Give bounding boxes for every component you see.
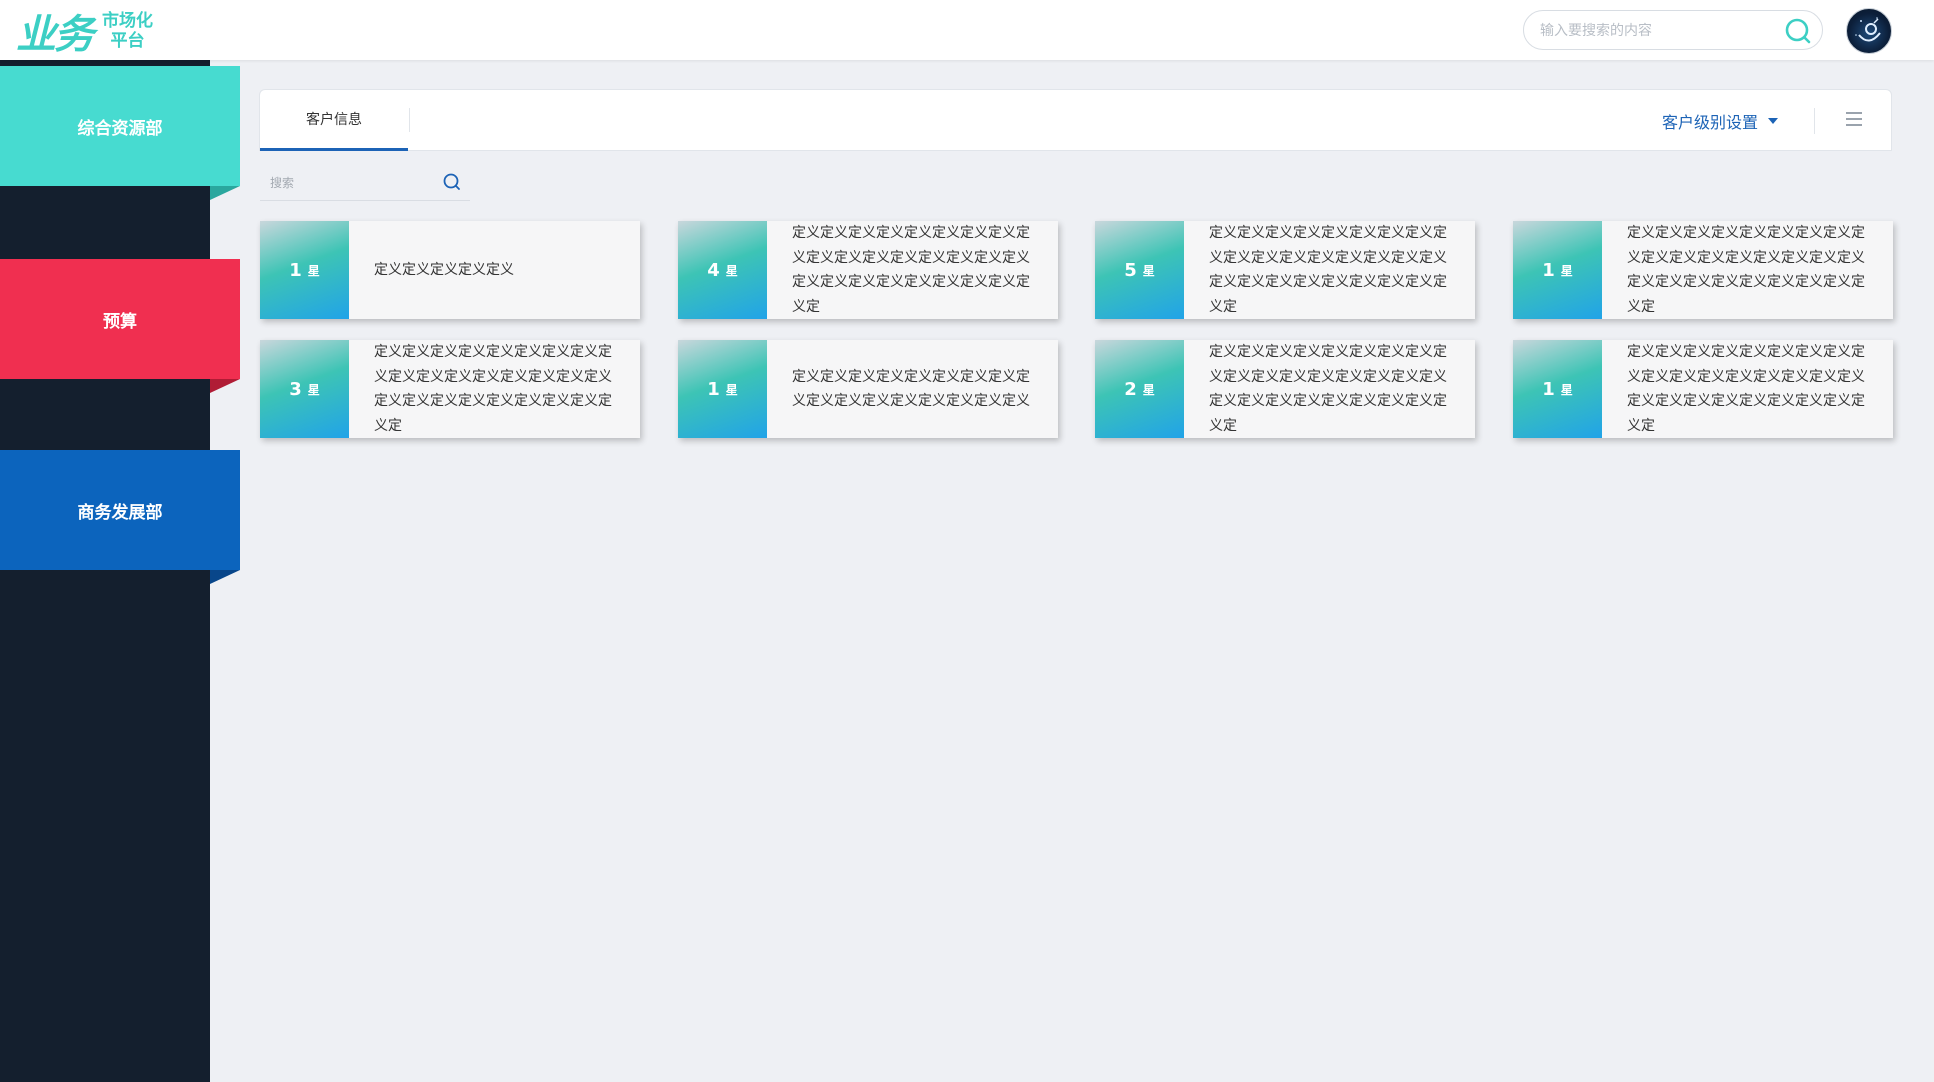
customer-level-card[interactable]: 1 星 定义定义定义定义定义定义定义定义定义定义定义定义定义定义定义定义定义定义… — [1513, 221, 1893, 319]
sidebar-item-business-development[interactable]: 商务发展部 — [0, 450, 240, 584]
customer-level-card[interactable]: 5 星 定义定义定义定义定义定义定义定义定义定义定义定义定义定义定义定义定义定义… — [1095, 221, 1475, 319]
customer-level-card[interactable]: 4 星 定义定义定义定义定义定义定义定义定义定义定义定义定义定义定义定义定义定义… — [678, 221, 1058, 319]
sidebar-item-label: 商务发展部 — [77, 502, 163, 523]
card-description: 定义定义定义定义定义定义定义定义定义定义定义定义定义定义定义定义定义定义定义定义… — [1209, 225, 1447, 315]
global-search-input[interactable] — [1538, 19, 1772, 43]
sidebar-item-label: 预算 — [103, 311, 137, 332]
star-unit: 星 — [307, 382, 320, 397]
caret-down-icon — [1768, 118, 1779, 124]
card-description: 定义定义定义定义定义定义定义定义定义定义定义定义定义定义定义定义定义 — [792, 368, 1030, 410]
customer-level-card[interactable]: 1 星 定义定义定义定义定义 — [260, 221, 640, 319]
customer-level-settings-dropdown[interactable]: 客户级别设置 — [1662, 108, 1779, 134]
customer-level-card[interactable]: 3 星 定义定义定义定义定义定义定义定义定义定义定义定义定义定义定义定义定义定义… — [260, 340, 640, 438]
card-description: 定义定义定义定义定义定义定义定义定义定义定义定义定义定义定义定义定义定义定义定义… — [1209, 344, 1447, 434]
logo-subtitle-line1: 市场化 — [102, 11, 153, 31]
star-count: 1 — [1542, 378, 1555, 400]
star-unit: 星 — [1560, 382, 1573, 397]
ribbon-fold — [210, 570, 240, 584]
card-description: 定义定义定义定义定义 — [374, 261, 514, 278]
star-count: 4 — [707, 259, 720, 281]
search-icon[interactable] — [1784, 17, 1812, 45]
menu-icon[interactable] — [1846, 112, 1862, 128]
star-level-badge: 2 星 — [1095, 340, 1184, 438]
star-level-badge: 4 星 — [678, 221, 767, 319]
star-count: 5 — [1124, 259, 1137, 281]
customer-level-settings-label: 客户级别设置 — [1662, 113, 1759, 132]
star-count: 3 — [289, 378, 302, 400]
customer-search-box — [260, 164, 470, 201]
tab-customer-info[interactable]: 客户信息 — [260, 90, 408, 151]
customer-search-input[interactable] — [268, 172, 432, 194]
customer-level-card[interactable]: 1 星 定义定义定义定义定义定义定义定义定义定义定义定义定义定义定义定义定义 — [678, 340, 1058, 438]
card-description: 定义定义定义定义定义定义定义定义定义定义定义定义定义定义定义定义定义定义定义定义… — [1627, 344, 1865, 434]
avatar-graphic — [1855, 17, 1881, 42]
star-unit: 星 — [1142, 263, 1155, 278]
star-unit: 星 — [725, 382, 738, 397]
top-header: 业务 市场化 平台 — [0, 0, 1934, 60]
ribbon-fold — [210, 379, 240, 393]
tab-divider — [409, 108, 410, 132]
logo-subtitle-line2: 平台 — [110, 31, 145, 51]
star-count: 1 — [1542, 259, 1555, 281]
tabs-bar: 客户信息 客户级别设置 — [259, 89, 1892, 151]
star-level-badge: 1 星 — [1513, 340, 1602, 438]
star-count: 2 — [1124, 378, 1137, 400]
ribbon-fold — [210, 186, 240, 200]
star-level-badge: 1 星 — [678, 340, 767, 438]
search-icon[interactable] — [442, 172, 462, 192]
star-level-badge: 1 星 — [1513, 221, 1602, 319]
sidebar — [0, 60, 210, 1082]
toolbar-divider — [1814, 108, 1815, 134]
card-description: 定义定义定义定义定义定义定义定义定义定义定义定义定义定义定义定义定义定义定义定义… — [1627, 225, 1865, 315]
sidebar-item-budget[interactable]: 预算 — [0, 259, 240, 393]
star-unit: 星 — [725, 263, 738, 278]
customer-level-card[interactable]: 2 星 定义定义定义定义定义定义定义定义定义定义定义定义定义定义定义定义定义定义… — [1095, 340, 1475, 438]
card-description: 定义定义定义定义定义定义定义定义定义定义定义定义定义定义定义定义定义定义定义定义… — [374, 344, 612, 434]
star-level-badge: 3 星 — [260, 340, 349, 438]
user-avatar[interactable] — [1846, 8, 1892, 54]
logo-subtitle: 市场化 平台 — [102, 11, 153, 51]
star-level-badge: 1 星 — [260, 221, 349, 319]
sidebar-item-comprehensive-resources[interactable]: 综合资源部 — [0, 66, 240, 200]
sidebar-item-label: 综合资源部 — [77, 118, 163, 139]
app-logo[interactable]: 业务 市场化 平台 — [16, 6, 153, 58]
star-unit: 星 — [1560, 263, 1573, 278]
logo-mark: 业务 — [16, 12, 94, 58]
customer-level-card[interactable]: 1 星 定义定义定义定义定义定义定义定义定义定义定义定义定义定义定义定义定义定义… — [1513, 340, 1893, 438]
star-unit: 星 — [1142, 382, 1155, 397]
global-search-box — [1523, 10, 1823, 50]
star-count: 1 — [707, 378, 720, 400]
card-description: 定义定义定义定义定义定义定义定义定义定义定义定义定义定义定义定义定义定义定义定义… — [792, 225, 1030, 315]
star-level-badge: 5 星 — [1095, 221, 1184, 319]
star-count: 1 — [289, 259, 302, 281]
star-unit: 星 — [307, 263, 320, 278]
